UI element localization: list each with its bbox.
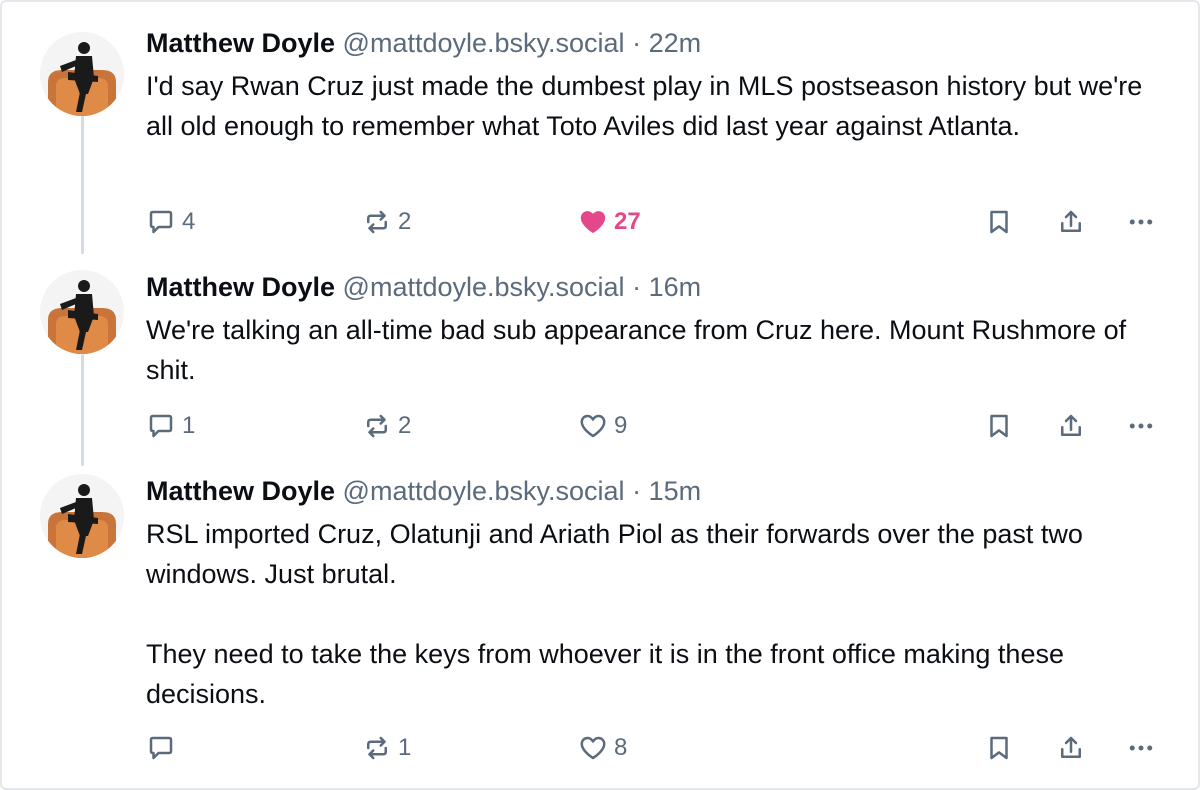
author-name[interactable]: Matthew Doyle	[146, 28, 335, 58]
author-handle[interactable]: @mattdoyle.bsky.social	[343, 28, 625, 58]
thread-container: Matthew Doyle @mattdoyle.bsky.social · 2…	[0, 0, 1200, 790]
post-actions: 4 2 27	[2, 202, 1198, 242]
more-options-button[interactable]	[1126, 406, 1156, 446]
bookmark-button[interactable]	[984, 728, 1014, 768]
reply-count: 4	[182, 208, 196, 235]
like-count: 9	[614, 412, 628, 439]
repost-button[interactable]: 2	[362, 406, 411, 446]
post[interactable]: Matthew Doyle @mattdoyle.bsky.social · 1…	[2, 270, 1198, 460]
share-button[interactable]	[1056, 406, 1086, 446]
avatar[interactable]	[40, 474, 124, 558]
reply-button[interactable]	[146, 728, 182, 768]
repost-arrows-icon	[367, 736, 387, 760]
speech-bubble-icon	[149, 736, 173, 760]
more-dots-icon	[1129, 745, 1153, 751]
heart-icon	[580, 211, 606, 233]
repost-arrows-icon	[367, 210, 387, 234]
share-button[interactable]	[1056, 202, 1086, 242]
separator-dot: ·	[632, 272, 642, 302]
share-upload-icon	[1061, 414, 1081, 436]
post-text: I'd say Rwan Cruz just made the dumbest …	[146, 71, 1150, 141]
bookmark-icon	[990, 210, 1008, 234]
like-button[interactable]: 27	[578, 202, 641, 242]
reply-count: 1	[182, 412, 196, 439]
post-timestamp[interactable]: 16m	[649, 272, 702, 302]
avatar-image	[40, 474, 124, 558]
like-count: 8	[614, 734, 628, 761]
more-dots-icon	[1129, 219, 1153, 225]
share-upload-icon	[1061, 736, 1081, 758]
separator-dot: ·	[632, 476, 642, 506]
post[interactable]: Matthew Doyle @mattdoyle.bsky.social · 2…	[2, 26, 1198, 246]
repost-count: 2	[398, 412, 412, 439]
avatar-image	[40, 32, 124, 116]
repost-button[interactable]: 2	[362, 202, 411, 242]
author-handle[interactable]: @mattdoyle.bsky.social	[343, 476, 625, 506]
more-options-button[interactable]	[1126, 728, 1156, 768]
heart-icon	[580, 414, 606, 438]
speech-bubble-icon	[149, 210, 173, 234]
post-actions: 1 2 9	[2, 406, 1198, 446]
avatar-image	[40, 270, 124, 354]
speech-bubble-icon	[149, 414, 173, 438]
post-header: Matthew Doyle @mattdoyle.bsky.social · 2…	[146, 26, 1148, 60]
post-text: RSL imported Cruz, Olatunji and Ariath P…	[146, 519, 1083, 709]
author-name[interactable]: Matthew Doyle	[146, 272, 335, 302]
like-button[interactable]: 8	[578, 728, 627, 768]
like-button[interactable]: 9	[578, 406, 627, 446]
post-header: Matthew Doyle @mattdoyle.bsky.social · 1…	[146, 270, 1148, 304]
author-handle[interactable]: @mattdoyle.bsky.social	[343, 272, 625, 302]
post-text: We're talking an all-time bad sub appear…	[146, 315, 1134, 385]
reply-button[interactable]: 1	[146, 406, 195, 446]
post-timestamp[interactable]: 15m	[649, 476, 702, 506]
bookmark-button[interactable]	[984, 406, 1014, 446]
separator-dot: ·	[632, 28, 642, 58]
author-name[interactable]: Matthew Doyle	[146, 476, 335, 506]
bookmark-icon	[990, 736, 1008, 760]
repost-count: 2	[398, 208, 412, 235]
avatar[interactable]	[40, 32, 124, 116]
post[interactable]: Matthew Doyle @mattdoyle.bsky.social · 1…	[2, 474, 1198, 774]
more-options-button[interactable]	[1126, 202, 1156, 242]
heart-icon	[580, 736, 606, 760]
bookmark-icon	[990, 414, 1008, 438]
reply-button[interactable]: 4	[146, 202, 195, 242]
repost-arrows-icon	[367, 414, 387, 438]
share-upload-icon	[1061, 210, 1081, 232]
post-header: Matthew Doyle @mattdoyle.bsky.social · 1…	[146, 474, 1148, 508]
avatar[interactable]	[40, 270, 124, 354]
post-actions: 1 8	[2, 728, 1198, 768]
like-count: 27	[614, 208, 641, 235]
bookmark-button[interactable]	[984, 202, 1014, 242]
repost-button[interactable]: 1	[362, 728, 411, 768]
repost-count: 1	[398, 734, 412, 761]
more-dots-icon	[1129, 423, 1153, 429]
share-button[interactable]	[1056, 728, 1086, 768]
post-timestamp[interactable]: 22m	[649, 28, 702, 58]
